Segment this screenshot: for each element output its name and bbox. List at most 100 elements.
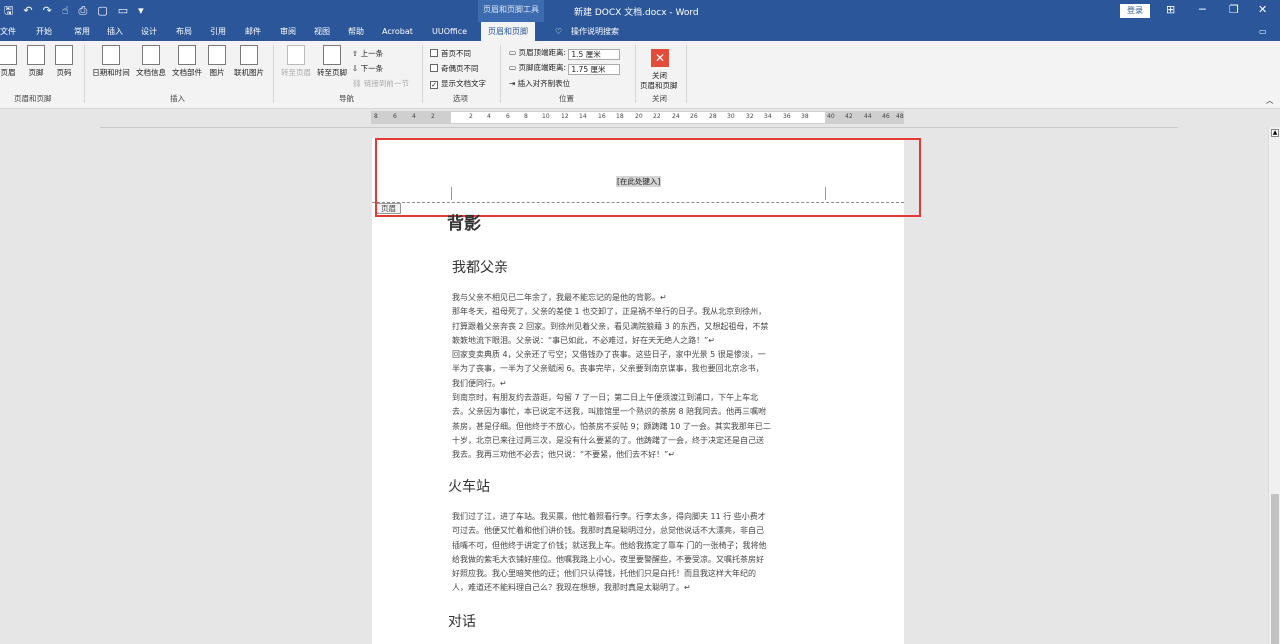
online-picture-button[interactable]: 联机图片 xyxy=(231,45,267,78)
text-line: 我们便同行。↵ xyxy=(452,378,507,388)
close-window-icon[interactable]: ✕ xyxy=(1258,3,1267,16)
ruler-number: 36 xyxy=(783,113,791,120)
print-preview-icon[interactable]: ⎙ xyxy=(79,4,88,18)
heading-1: 背影 xyxy=(447,214,481,234)
odd-even-different-checkbox[interactable]: 奇偶页不同 xyxy=(430,63,479,74)
docinfo-label: 文档信息 xyxy=(136,68,166,77)
header-top-input[interactable]: 1.5 厘米 xyxy=(568,49,621,60)
link-previous-button[interactable]: ⛓ 链接到前一节 xyxy=(352,78,409,89)
tab-common[interactable]: 常用 xyxy=(74,22,90,41)
previous-button[interactable]: ⇧ 上一条 xyxy=(352,48,383,59)
new-document-icon[interactable]: ▢ xyxy=(97,4,107,18)
close-label-2[interactable]: 页眉和页脚 xyxy=(640,80,678,91)
link-previous-label: 链接到前一节 xyxy=(363,79,409,88)
save-icon[interactable]: 🖫 xyxy=(4,4,13,18)
group-label-position: 位置 xyxy=(559,94,574,103)
ruler-number: 16 xyxy=(598,113,606,120)
picture-button[interactable]: 图片 xyxy=(206,45,228,78)
highlight-box xyxy=(375,138,921,217)
ruler-number: 8 xyxy=(524,113,528,120)
comments-icon[interactable]: ▭ xyxy=(1259,22,1267,41)
separator xyxy=(500,45,501,103)
close-header-footer-icon[interactable]: ✕ xyxy=(651,49,669,67)
tab-mailings[interactable]: 邮件 xyxy=(245,22,261,41)
text-line: 去。父亲因为事忙，本已说定不送我，叫旅馆里一个熟识的茶房 8 陪我同去。他再三嘱… xyxy=(452,407,767,417)
open-folder-icon[interactable]: ▭ xyxy=(118,4,128,18)
text-line: 我与父亲不相见已二年余了，我最不能忘记的是他的背影。↵ xyxy=(452,293,667,302)
tab-layout[interactable]: 布局 xyxy=(176,22,192,41)
text-line: 簌簌地流下眼泪。父亲说：“事已如此，不必难过，好在天无绝人之路！”↵ xyxy=(452,335,715,345)
ribbon-display-icon[interactable]: ⊞ xyxy=(1166,3,1175,16)
online-picture-label: 联机图片 xyxy=(234,68,264,77)
tab-view[interactable]: 视图 xyxy=(314,22,330,41)
tab-file[interactable]: 文件 xyxy=(0,22,16,41)
ruler-number: 40 xyxy=(827,113,835,120)
text-line: 人，难道还不能料理自己么？我现在想想，我那时真是太聪明了。↵ xyxy=(452,583,691,593)
tab-insert[interactable]: 插入 xyxy=(107,22,123,41)
footer-icon xyxy=(27,45,45,65)
ruler-number: 10 xyxy=(542,113,550,120)
picture-icon xyxy=(208,45,226,65)
insert-alignment-tab-button[interactable]: ⇥ 插入对齐制表位 xyxy=(509,78,570,89)
separator xyxy=(273,45,274,103)
group-label-navigation: 导航 xyxy=(339,94,354,103)
collapse-ribbon-icon[interactable]: ︿ xyxy=(1266,95,1274,106)
scroll-up-icon[interactable]: ▲ xyxy=(1271,129,1279,137)
footer-bottom-input[interactable]: 1.75 厘米 xyxy=(568,64,621,75)
ruler-number: 38 xyxy=(801,113,809,120)
minimize-icon[interactable]: ─ xyxy=(1199,3,1206,16)
tab-design[interactable]: 设计 xyxy=(141,22,157,41)
ribbon-tabs: 文件 开始 常用 插入 设计 布局 引用 邮件 审阅 视图 帮助 Acrobat… xyxy=(0,22,1280,41)
tab-header-footer[interactable]: 页眉和页脚 xyxy=(481,22,535,41)
first-page-different-checkbox[interactable]: 首页不同 xyxy=(430,48,471,59)
tab-uuoffice[interactable]: UUOffice xyxy=(432,22,467,41)
touch-mode-icon[interactable]: ☝ xyxy=(62,4,69,18)
redo-icon[interactable]: ↷ xyxy=(43,4,52,18)
check-icon: ✓ xyxy=(430,81,438,89)
header-button[interactable]: 页眉 xyxy=(0,45,20,78)
goto-header-button[interactable]: 转至页眉 xyxy=(278,45,314,78)
next-button[interactable]: ⇩ 下一条 xyxy=(352,63,383,74)
docinfo-button[interactable]: 文档信息 xyxy=(133,45,169,78)
text-line: 到南京时，有朋友约去游逛，勾留 7 了一日；第二日上午便须渡江到浦口，下午上车北 xyxy=(452,393,759,403)
vertical-scrollbar[interactable]: ▲ xyxy=(1268,127,1280,644)
page-number-button[interactable]: 页码 xyxy=(52,45,76,78)
tab-acrobat[interactable]: Acrobat xyxy=(382,22,413,41)
undo-icon[interactable]: ↶ xyxy=(23,4,32,18)
restore-icon[interactable]: ❐ xyxy=(1229,3,1239,16)
tell-me-search[interactable]: 操作说明搜索 xyxy=(571,22,619,41)
show-document-text-checkbox[interactable]: ✓ 显示文档文字 xyxy=(430,78,486,89)
ruler-number: 42 xyxy=(845,113,853,120)
goto-footer-icon xyxy=(323,45,341,65)
docparts-icon xyxy=(178,45,196,65)
datetime-button[interactable]: 日期和时间 xyxy=(89,45,133,78)
ruler-divider xyxy=(100,127,1178,128)
tab-home[interactable]: 开始 xyxy=(36,22,52,41)
next-label: 下一条 xyxy=(360,64,384,73)
footer-button[interactable]: 页脚 xyxy=(24,45,48,78)
horizontal-ruler[interactable]: 8 6 4 2 2 4 6 8 10 12 14 16 18 20 22 24 … xyxy=(371,111,904,124)
heading-3: 火车站 xyxy=(448,479,490,495)
goto-header-label: 转至页眉 xyxy=(281,68,311,77)
ruler-number: 6 xyxy=(506,113,510,120)
tab-help[interactable]: 帮助 xyxy=(348,22,364,41)
goto-footer-button[interactable]: 转至页脚 xyxy=(314,45,350,78)
ruler-number: 32 xyxy=(746,113,754,120)
tab-references[interactable]: 引用 xyxy=(210,22,226,41)
ribbon: 页眉 页脚 页码 页眉和页脚 日期和时间 文档信息 文档部件 图片 联机图片 插… xyxy=(0,41,1280,109)
paragraph-1: 我与父亲不相见已二年余了，我最不能忘记的是他的背影。↵ 那年冬天，祖母死了，父亲… xyxy=(452,291,826,463)
text-line: 插嘴不可，但他终于讲定了价钱；就送我上车。他给我拣定了靠车 门的一张椅子；我将他 xyxy=(452,540,767,550)
scrollbar-thumb[interactable] xyxy=(1271,494,1279,644)
tab-review[interactable]: 审阅 xyxy=(280,22,296,41)
ruler-area: 8 6 4 2 2 4 6 8 10 12 14 16 18 20 22 24 … xyxy=(0,109,1280,127)
title-bar: 🖫 ↶ ↷ ☝ ⎙ ▢ ▭ ▾ 页眉和页脚工具 新建 DOCX 文档.docx … xyxy=(0,0,1280,22)
ruler-number: 6 xyxy=(393,113,397,120)
header-top-distance: ▭ 页眉顶端距离: 1.5 厘米 xyxy=(509,47,621,60)
docparts-button[interactable]: 文档部件 xyxy=(169,45,205,78)
header-icon xyxy=(0,45,17,65)
heading-4: 对话 xyxy=(448,614,476,630)
odd-even-label: 奇偶页不同 xyxy=(441,64,479,73)
login-button[interactable]: 登录 xyxy=(1120,4,1150,18)
customize-toolbar-icon[interactable]: ▾ xyxy=(138,4,144,18)
group-label-insert: 插入 xyxy=(170,94,185,103)
